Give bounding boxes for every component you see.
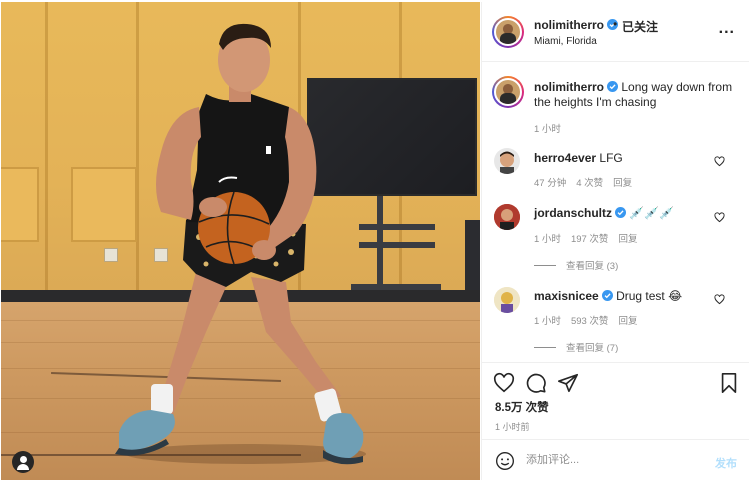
view-replies-button[interactable]: 查看回复 (7) (534, 340, 618, 354)
author-username[interactable]: nolimitherro (534, 18, 604, 32)
bookmark-icon[interactable] (718, 372, 740, 394)
verified-icon (601, 290, 613, 301)
comment-likes[interactable]: 197 次赞 (571, 234, 609, 245)
comment: jordanschultz 💉💉💉 (534, 206, 734, 221)
post-header: nolimitherro • 已关注 Miami, Florida ... (482, 2, 749, 62)
commenter-avatar[interactable] (494, 287, 520, 313)
author-avatar[interactable] (492, 16, 524, 48)
user-tag-head (19, 456, 27, 463)
caption-username[interactable]: nolimitherro (534, 80, 604, 94)
comment-time[interactable]: 1 小时 (534, 316, 561, 327)
comment-likes[interactable]: 4 次赞 (576, 178, 603, 189)
comment-username[interactable]: maxisnicee (534, 289, 599, 303)
reply-button[interactable]: 回复 (613, 178, 632, 189)
user-tag-body (17, 464, 29, 470)
emoji-icon[interactable] (495, 451, 515, 471)
comment-icon[interactable] (525, 372, 547, 394)
comment-text: Drug test 😂 (616, 289, 683, 303)
share-icon[interactable] (557, 372, 579, 394)
heart-icon[interactable] (714, 156, 725, 167)
replies-dash (534, 347, 556, 348)
following-button[interactable]: 已关注 (622, 18, 658, 35)
reply-button[interactable]: 回复 (618, 234, 637, 245)
add-comment-bar: 发布 (482, 439, 749, 480)
heart-icon[interactable] (493, 372, 515, 394)
view-replies-label[interactable]: 查看回复 (7) (566, 343, 618, 354)
post-photo[interactable] (1, 2, 480, 480)
comment-text: LFG (599, 151, 623, 165)
view-replies-button[interactable]: 查看回复 (3) (534, 258, 618, 272)
verified-icon (607, 81, 619, 92)
heart-icon[interactable] (714, 294, 725, 305)
commenter-avatar[interactable] (494, 148, 520, 174)
avatar-image (500, 151, 514, 174)
comment: herro4ever LFG (534, 151, 734, 166)
verified-icon (615, 207, 627, 218)
reply-button[interactable]: 回复 (618, 316, 637, 327)
user-tag-icon[interactable] (12, 451, 34, 473)
comment-meta: 1 小时 197 次赞 回复 (534, 231, 647, 245)
post-location[interactable]: Miami, Florida (534, 36, 597, 47)
add-comment-input[interactable] (526, 450, 696, 470)
avatar-image (494, 78, 522, 106)
caption-time[interactable]: 1 小时 (534, 124, 561, 135)
comment: maxisnicee Drug test 😂 (534, 289, 734, 304)
comment-meta: 1 小时 593 次赞 回复 (534, 313, 647, 327)
heart-icon[interactable] (714, 212, 725, 223)
avatar-image (494, 18, 522, 46)
player-figure (115, 23, 366, 465)
comment-username[interactable]: herro4ever (534, 151, 596, 165)
caption-avatar[interactable] (492, 76, 524, 108)
replies-dash (534, 265, 556, 266)
post-actions: 8.5万 次赞 1 小时前 (482, 362, 749, 440)
caption: nolimitherro Long way down from the heig… (534, 80, 734, 110)
instagram-post-view: nolimitherro • 已关注 Miami, Florida ... no… (0, 0, 750, 482)
view-replies-label[interactable]: 查看回复 (3) (566, 261, 618, 272)
comment-meta: 47 分钟 4 次赞 回复 (534, 175, 642, 189)
caption-meta: 1 小时 (534, 121, 571, 135)
commenter-avatar[interactable] (494, 204, 520, 230)
post-sidebar: nolimitherro • 已关注 Miami, Florida ... no… (481, 2, 749, 480)
comment-likes[interactable]: 593 次赞 (571, 316, 609, 327)
post-time[interactable]: 1 小时前 (495, 420, 530, 433)
author-username-row: nolimitherro (534, 18, 619, 32)
more-icon[interactable]: ... (719, 21, 735, 37)
likes-count[interactable]: 8.5万 次赞 (495, 399, 549, 415)
comment-time[interactable]: 1 小时 (534, 234, 561, 245)
comment-username[interactable]: jordanschultz (534, 206, 612, 220)
post-comment-button[interactable]: 发布 (715, 455, 737, 471)
avatar-image (494, 287, 520, 313)
avatar-image (494, 204, 520, 230)
comment-time[interactable]: 47 分钟 (534, 178, 566, 189)
comment-text: 💉💉💉 (629, 206, 675, 220)
separator-dot: • (613, 17, 618, 31)
